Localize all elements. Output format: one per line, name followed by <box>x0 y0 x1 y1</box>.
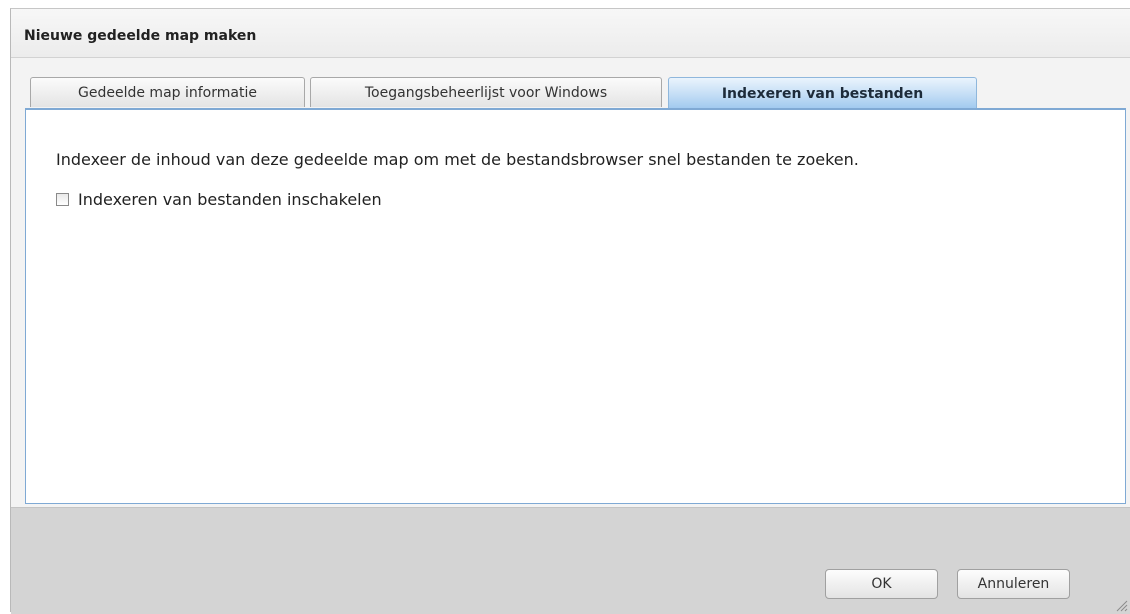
tab-shared-folder-info[interactable]: Gedeelde map informatie <box>30 77 305 107</box>
dialog-footer: OK Annuleren <box>11 507 1130 614</box>
dialog-window: Nieuwe gedeelde map maken Gedeelde map i… <box>10 8 1130 614</box>
dialog-title: Nieuwe gedeelde map maken <box>24 28 257 44</box>
cancel-button[interactable]: Annuleren <box>957 569 1070 599</box>
tab-label: Toegangsbeheerlijst voor Windows <box>364 84 608 101</box>
indexing-description: Indexeer de inhoud van deze gedeelde map… <box>56 150 859 169</box>
ok-button[interactable]: OK <box>825 569 938 599</box>
enable-indexing-label: Indexeren van bestanden inschakelen <box>78 190 382 209</box>
resize-grip-icon[interactable] <box>1116 600 1128 612</box>
tab-file-indexing[interactable]: Indexeren van bestanden <box>668 77 977 109</box>
tab-windows-acl[interactable]: Toegangsbeheerlijst voor Windows <box>310 77 662 107</box>
tab-bar: Gedeelde map informatie Toegangsbeheerli… <box>11 57 1130 109</box>
tab-label: Gedeelde map informatie <box>78 84 257 101</box>
tab-panel-file-indexing: Indexeer de inhoud van deze gedeelde map… <box>25 108 1126 504</box>
enable-indexing-option[interactable]: Indexeren van bestanden inschakelen <box>56 190 382 209</box>
dialog-titlebar[interactable]: Nieuwe gedeelde map maken <box>11 9 1130 58</box>
enable-indexing-checkbox[interactable] <box>56 193 69 206</box>
tab-label: Indexeren van bestanden <box>721 85 924 102</box>
